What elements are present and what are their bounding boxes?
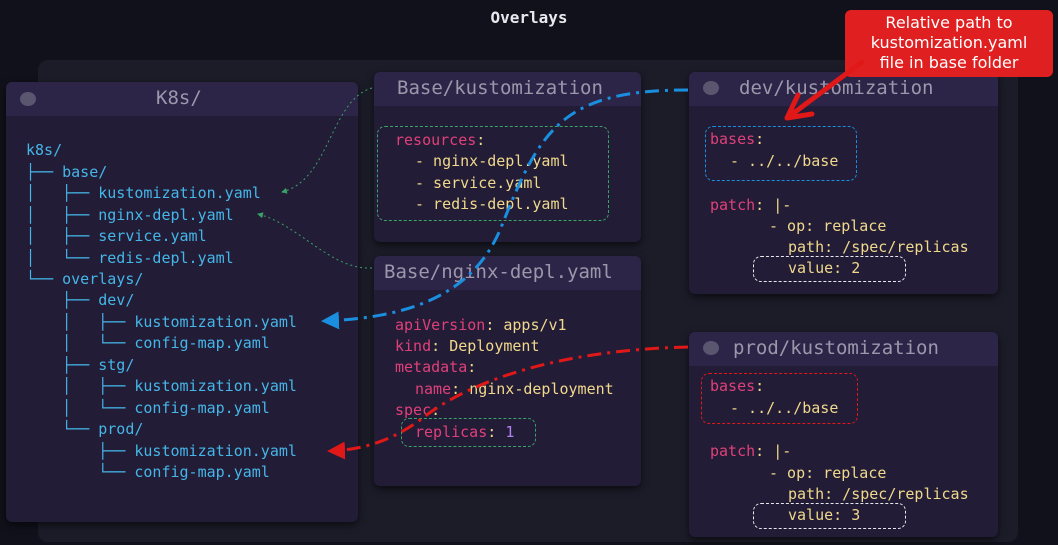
nginx-depl-link	[257, 212, 373, 269]
base-kustomization-link	[281, 87, 373, 194]
dev-to-base-link	[321, 88, 689, 330]
callout-pointer-arrow	[784, 59, 865, 121]
connector-arrows	[257, 59, 865, 460]
prod-to-base-link	[327, 345, 689, 460]
